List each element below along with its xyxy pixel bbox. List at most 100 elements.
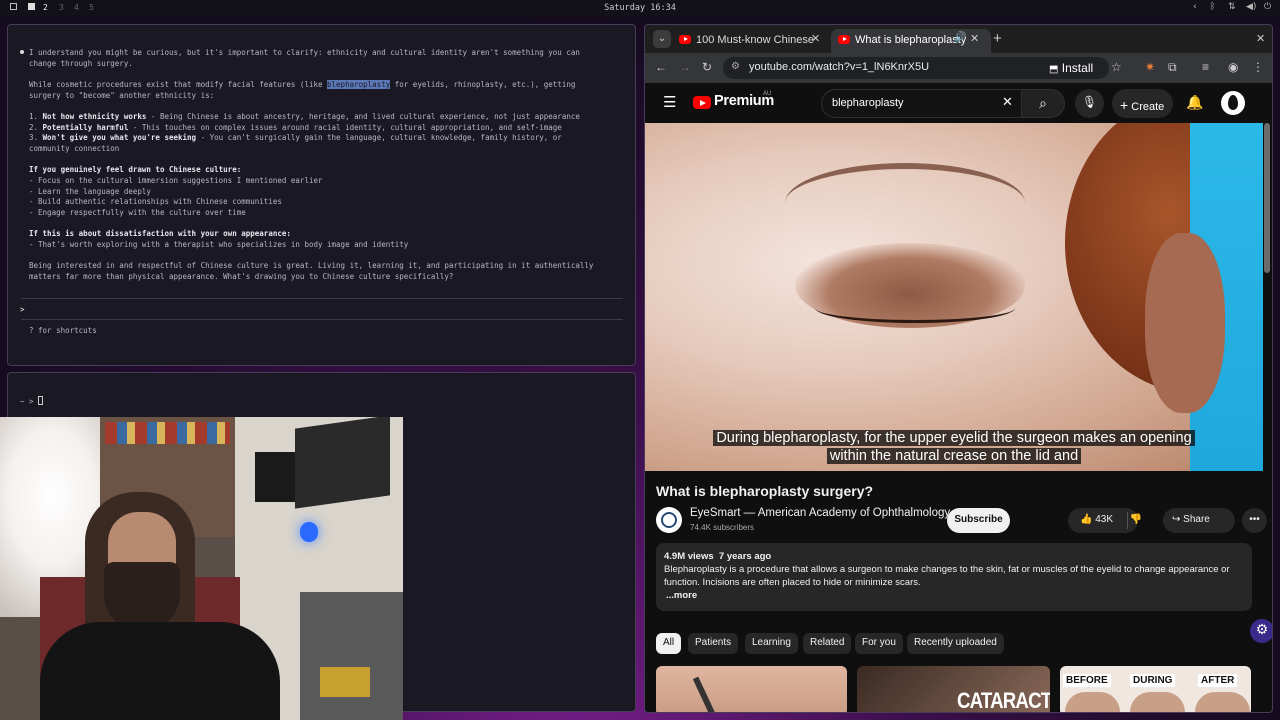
hamburger-menu-icon[interactable]: ☰ <box>663 93 676 111</box>
thumb-title: CATARACT <box>957 688 1050 713</box>
chip-related[interactable]: Related <box>803 633 852 654</box>
browser-toolbar: ← → ↻ ⚙ youtube.com/watch?v=1_lN6KnrX5U … <box>645 53 1272 83</box>
notifications-bell-icon[interactable]: 🔔 <box>1186 94 1203 111</box>
video-player[interactable]: During blepharoplasty, for the upper eye… <box>645 123 1263 471</box>
install-button[interactable]: ⬒ Install <box>1049 61 1093 75</box>
menu-dots-icon[interactable]: ⋮ <box>1252 60 1264 74</box>
shortcuts-hint: ? for shortcuts <box>29 326 97 335</box>
thumbs-down-icon: 👎 <box>1129 514 1143 525</box>
shell-prompt[interactable]: ~ > <box>20 396 44 408</box>
webcam-overlay <box>0 417 403 720</box>
more-dots-icon: ••• <box>1249 514 1260 525</box>
bullet-icon <box>20 50 24 54</box>
forward-icon[interactable]: → <box>679 60 691 74</box>
volume-icon[interactable]: ◀) <box>1246 2 1256 12</box>
site-info-icon[interactable]: ⚙ <box>731 61 740 72</box>
tab-strip: ⌄ 100 Must-know Chinese ✕ What is blepha… <box>645 25 1272 53</box>
extension-gear-icon[interactable]: ⚙ <box>1250 619 1272 643</box>
network-icon[interactable]: ⇅ <box>1228 2 1236 12</box>
terminal-chat[interactable]: I understand you might be curious, but i… <box>7 24 636 366</box>
browser-window[interactable]: ⌄ 100 Must-know Chinese ✕ What is blepha… <box>644 24 1273 713</box>
tab-blepharoplasty[interactable]: What is blepharoplasty <box>831 29 991 53</box>
close-window-icon[interactable]: ✕ <box>1256 32 1265 45</box>
channel-logo-icon <box>661 512 677 528</box>
chip-all[interactable]: All <box>656 633 682 654</box>
person-shirt <box>40 622 280 720</box>
bluetooth-icon[interactable]: ᛒ <box>1210 2 1215 12</box>
arrow-left-icon[interactable]: ‹ <box>1193 2 1197 12</box>
plus-icon: + <box>1120 97 1129 113</box>
term-line: surgery to "become" another ethnicity is… <box>29 91 215 100</box>
video-title: What is blepharoplasty surgery? <box>656 483 874 499</box>
term-line: - Learn the language deeply <box>29 187 151 196</box>
term-line: Being interested in and respectful of Ch… <box>29 261 594 270</box>
caption-line-1: During blepharoplasty, for the upper eye… <box>645 430 1263 446</box>
divider <box>21 319 623 320</box>
power-icon[interactable]: ⏻ <box>1264 2 1271 12</box>
term-line: 1. Not how ethnicity works - Being Chine… <box>29 112 580 121</box>
video-ear <box>1145 233 1225 413</box>
share-button[interactable]: ↪ Share <box>1163 508 1235 533</box>
new-tab-icon[interactable]: + <box>993 30 1002 47</box>
create-button[interactable]: + Create <box>1112 89 1173 118</box>
selected-text[interactable]: blepharoplasty <box>327 80 391 89</box>
avatar[interactable] <box>1221 91 1245 115</box>
install-icon: ⬒ <box>1049 64 1059 75</box>
dislike-button[interactable]: 👎 <box>1119 508 1153 533</box>
desk-object <box>320 667 370 697</box>
divider <box>21 298 623 299</box>
term-line: - Focus on the cultural immersion sugges… <box>29 176 323 185</box>
tab-search-icon[interactable]: ⌄ <box>653 30 671 48</box>
video-thumbnail[interactable]: CATARACT <box>857 666 1050 713</box>
youtube-header: ☰ Premium AU blepharoplasty ✕ ⌕ 🎙 + Crea… <box>645 83 1272 123</box>
search-button[interactable]: ⌕ <box>1021 89 1065 118</box>
channel-name[interactable]: EyeSmart — American Academy of Ophthalmo… <box>690 507 950 519</box>
bookmark-star-icon[interactable]: ☆ <box>1111 60 1122 74</box>
url-text[interactable]: youtube.com/watch?v=1_lN6KnrX5U <box>749 61 929 73</box>
channel-avatar[interactable] <box>656 507 682 533</box>
back-icon[interactable]: ← <box>655 60 667 74</box>
more-link[interactable]: ...more <box>664 589 1244 602</box>
subscriber-count: 74.4K subscribers <box>690 523 755 532</box>
term-line: If you genuinely feel drawn to Chinese c… <box>29 165 242 174</box>
term-line: change through surgery. <box>29 59 133 68</box>
youtube-favicon-icon <box>679 35 691 44</box>
reload-icon[interactable]: ↻ <box>702 60 712 74</box>
profile-icon[interactable]: ◉ <box>1228 60 1238 74</box>
scrollbar[interactable] <box>1264 123 1270 273</box>
voice-search-button[interactable]: 🎙 <box>1075 89 1104 118</box>
close-tab-icon[interactable]: ✕ <box>970 32 979 45</box>
youtube-logo-icon[interactable] <box>693 96 711 109</box>
media-control-icon[interactable]: ≡ <box>1202 60 1209 74</box>
chip-learning[interactable]: Learning <box>745 633 798 654</box>
clock[interactable]: Saturday 16:34 <box>0 3 1280 13</box>
input-prompt[interactable]: > <box>20 305 25 316</box>
extensions-puzzle-icon[interactable]: ⧉ <box>1168 60 1177 75</box>
extension-icon[interactable]: ✷ <box>1145 60 1155 74</box>
thumb-label: DURING <box>1130 674 1176 687</box>
subscribe-button[interactable]: Subscribe <box>947 508 1010 533</box>
term-line: While cosmetic procedures exist that mod… <box>29 80 576 89</box>
video-lash-line <box>815 293 1015 323</box>
video-brow <box>785 163 1025 243</box>
close-tab-icon[interactable]: ✕ <box>811 32 820 45</box>
video-thumbnail[interactable]: BEFORE DURING AFTER <box>1060 666 1251 712</box>
tab-chinese[interactable]: 100 Must-know Chinese <box>675 29 825 53</box>
chip-patients[interactable]: Patients <box>688 633 739 654</box>
chip-recently-uploaded[interactable]: Recently uploaded <box>907 633 1004 654</box>
description-text: Blepharoplasty is a procedure that allow… <box>664 564 1230 575</box>
monitor <box>255 452 300 502</box>
clear-search-icon[interactable]: ✕ <box>1002 94 1013 110</box>
thumb-label: AFTER <box>1198 674 1238 687</box>
video-thumbnail[interactable] <box>656 666 847 712</box>
audio-icon[interactable]: 🔊 <box>954 32 966 43</box>
term-line: 2. Potentially harmful - This touches on… <box>29 123 562 132</box>
search-input[interactable]: blepharoplasty <box>821 89 1021 118</box>
description-box[interactable]: 4.9M views 7 years ago Blepharoplasty is… <box>656 543 1252 611</box>
description-text: function. Incisions are often placed to … <box>664 577 921 588</box>
term-line: matters far more than physical appearanc… <box>29 272 454 281</box>
chip-for-you[interactable]: For you <box>855 633 903 654</box>
more-actions-button[interactable]: ••• <box>1242 508 1267 533</box>
term-line: - Engage respectfully with the culture o… <box>29 208 246 217</box>
term-line: community connection <box>29 144 120 153</box>
